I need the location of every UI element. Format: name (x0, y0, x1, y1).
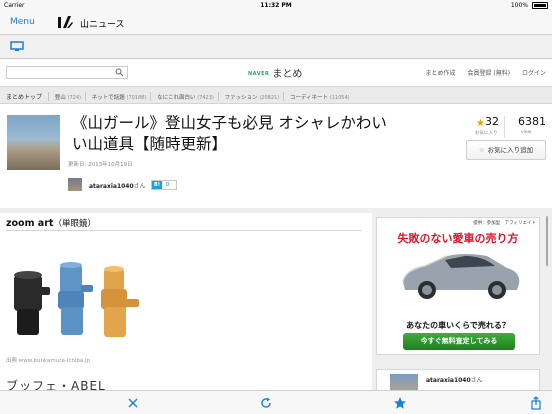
status-bar: Carrier 11:32 PM 100% (0, 0, 552, 11)
category-link[interactable]: 登山 (724) (51, 88, 85, 101)
clock: 11:32 PM (260, 2, 292, 9)
image-source[interactable]: 出典 www.bunkamura-ichiba.jp (6, 356, 90, 364)
bookmark-count: 0 (166, 182, 170, 188)
car-image (402, 254, 520, 299)
author-name[interactable]: ataraxia1040さん (89, 181, 146, 190)
bookmark-icon: B! (152, 181, 162, 189)
ad-provider: 提供：参加型 アフィリエイト (473, 221, 536, 226)
sidebar: 提供：参加型 アフィリエイト 失敗のない愛車の売り方 あなたの車いくらで売れる？… (372, 213, 552, 394)
add-favorite-button[interactable]: ☆ お気に入り追加 (466, 140, 546, 160)
scrollbar[interactable] (546, 216, 548, 266)
close-icon[interactable] (126, 396, 140, 410)
refresh-icon[interactable] (259, 396, 273, 410)
monitor-icon[interactable] (10, 41, 24, 52)
breadcrumb-top-link[interactable]: まとめトップ (0, 87, 48, 101)
brand-label: まとめ (272, 69, 303, 80)
ad-cta-button[interactable]: 今すぐ無料査定してみる (403, 333, 515, 350)
battery-icon (532, 2, 548, 9)
author-card-name[interactable]: ataraxia1040さん (426, 375, 483, 384)
monocular-product-image[interactable] (8, 255, 148, 351)
advertisement[interactable]: 提供：参加型 アフィリエイト 失敗のない愛車の売り方 あなたの車いくらで売れる？… (376, 217, 540, 355)
category-link[interactable]: コーディネート (11054) (286, 88, 354, 101)
app-title: 山ニュース (80, 20, 125, 30)
app-nav-bar: Menu 山ニュース (0, 11, 552, 35)
star-icon: ★ (476, 118, 485, 129)
site-header: NAVER まとめ まとめ作成 会員登録 (無料) ログイン (0, 59, 552, 87)
search-icon[interactable] (115, 68, 124, 77)
battery-percent: 100% (510, 2, 528, 9)
article-title: 《山ガール》登山女子も必見 オシャレかわいい山道具【随時更新】 (72, 114, 387, 153)
star-outline-icon: ☆ (478, 146, 485, 154)
login-link[interactable]: ログイン (522, 70, 546, 77)
star-icon[interactable] (393, 396, 407, 410)
create-matome-link[interactable]: まとめ作成 (426, 70, 456, 77)
bottom-toolbar (0, 390, 552, 414)
matome-logo[interactable]: NAVER まとめ (248, 65, 302, 80)
section-rule (6, 230, 362, 231)
article-thumbnail (7, 115, 60, 170)
register-link[interactable]: 会員登録 (無料) (467, 70, 510, 77)
favorites-label: お気に入り (475, 131, 498, 136)
category-link[interactable]: ネットで話題 (70188) (88, 88, 151, 101)
secondary-toolbar (0, 35, 552, 59)
favorites-count: 32 (485, 115, 499, 128)
category-link[interactable]: ファッション (20821) (221, 88, 284, 101)
section-heading: zoom art（単眼鏡） (6, 218, 96, 229)
avatar[interactable] (68, 178, 82, 191)
ad-question: あなたの車いくらで売れる？ (406, 321, 510, 330)
article-header: 《山ガール》登山女子も必見 オシャレかわいい山道具【随時更新】 更新日: 201… (0, 104, 552, 208)
updated-date: 更新日: 2013年10月19日 (68, 162, 133, 168)
header-links: まとめ作成 会員登録 (無料) ログイン (416, 68, 546, 77)
main-content: zoom art（単眼鏡） 出典 www.bunkamura-ichiba.jp… (0, 213, 372, 393)
stats-divider (504, 116, 505, 138)
views-label: view (521, 130, 532, 135)
search-input[interactable] (6, 66, 128, 79)
menu-button[interactable]: Menu (10, 17, 35, 27)
views-count: 6381 (518, 115, 546, 128)
app-logo-icon (58, 16, 73, 28)
category-link[interactable]: なにこれ面白い (7423) (153, 88, 218, 101)
naver-label: NAVER (248, 71, 270, 77)
share-icon[interactable] (529, 396, 543, 410)
hatena-bookmark-button[interactable]: B! 0 (151, 180, 177, 190)
breadcrumb: まとめトップ 登山 (724) ネットで話題 (70188) なにこれ面白い (… (0, 87, 552, 104)
